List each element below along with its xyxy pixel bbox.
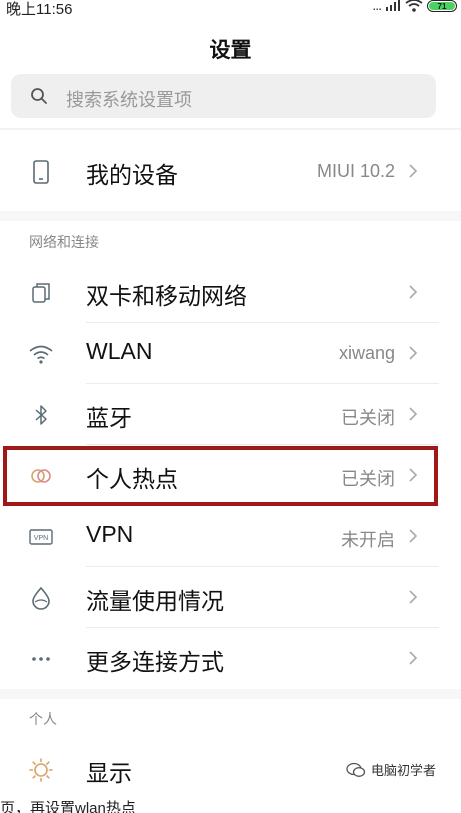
chevron-right-icon	[409, 164, 418, 178]
chevron-right-icon	[409, 407, 418, 421]
item-label: 显示	[86, 760, 132, 786]
watermark: 电脑初学者	[346, 760, 436, 779]
item-label: WLAN	[86, 338, 153, 364]
signal-icon	[386, 0, 400, 11]
phone-icon	[33, 160, 49, 184]
section-header-personal: 个人	[29, 711, 57, 727]
my-device-value: MIUI 10.2	[316, 161, 395, 181]
notification-dots-icon: ...	[372, 0, 382, 13]
chevron-right-icon	[409, 651, 418, 665]
highlight-box	[3, 446, 438, 506]
wifi-status-icon	[405, 0, 423, 12]
battery-level: 71	[429, 2, 455, 11]
search-placeholder: 搜索系统设置项	[66, 90, 192, 110]
chevron-right-icon	[409, 285, 418, 299]
search-icon	[31, 88, 47, 104]
settings-item-bluetooth[interactable]: 蓝牙 已关闭	[0, 384, 461, 445]
settings-item-data-usage[interactable]: 流量使用情况	[0, 567, 461, 628]
status-time: 晚上11:56	[6, 1, 73, 18]
settings-item-dual-sim[interactable]: 双卡和移动网络	[0, 262, 461, 323]
chevron-right-icon	[409, 346, 418, 360]
section-divider	[0, 211, 461, 221]
page-title: 设置	[209, 39, 252, 62]
status-bar: 晚上11:56 ... 71	[0, 0, 461, 18]
section-divider	[0, 689, 461, 699]
settings-item-vpn[interactable]: VPN VPN 未开启	[0, 506, 461, 567]
wifi-icon	[29, 345, 53, 364]
item-label: 更多连接方式	[86, 649, 224, 675]
svg-text:VPN: VPN	[34, 535, 48, 542]
my-device-row[interactable]: 我的设备 MIUI 10.2	[0, 141, 461, 202]
settings-item-more-connections[interactable]: 更多连接方式	[0, 628, 461, 689]
chevron-right-icon	[409, 529, 418, 543]
wechat-icon	[346, 762, 366, 777]
search-input[interactable]: 搜索系统设置项	[11, 74, 436, 118]
settings-item-wlan[interactable]: WLAN xiwang	[0, 323, 461, 384]
water-drop-icon	[32, 586, 50, 610]
caption-text: 页，再设置wlan热点	[0, 800, 136, 813]
divider	[0, 128, 461, 130]
bluetooth-icon	[35, 405, 47, 425]
watermark-text: 电脑初学者	[370, 763, 436, 778]
my-device-label: 我的设备	[86, 162, 178, 188]
battery-icon: 71	[427, 0, 457, 12]
item-label: 蓝牙	[86, 405, 132, 431]
item-value: 已关闭	[341, 408, 395, 428]
vpn-icon: VPN	[29, 529, 53, 545]
item-label: VPN	[86, 521, 134, 547]
item-label: 流量使用情况	[86, 588, 224, 614]
status-icons: ... 71	[372, 0, 457, 13]
item-label: 双卡和移动网络	[86, 283, 247, 309]
more-dots-icon	[32, 657, 50, 661]
item-value: xiwang	[338, 343, 395, 363]
sim-card-icon	[32, 283, 50, 303]
item-value: 未开启	[341, 530, 395, 550]
brightness-icon	[29, 758, 53, 782]
chevron-right-icon	[409, 590, 418, 604]
section-header-network: 网络和连接	[29, 234, 99, 250]
